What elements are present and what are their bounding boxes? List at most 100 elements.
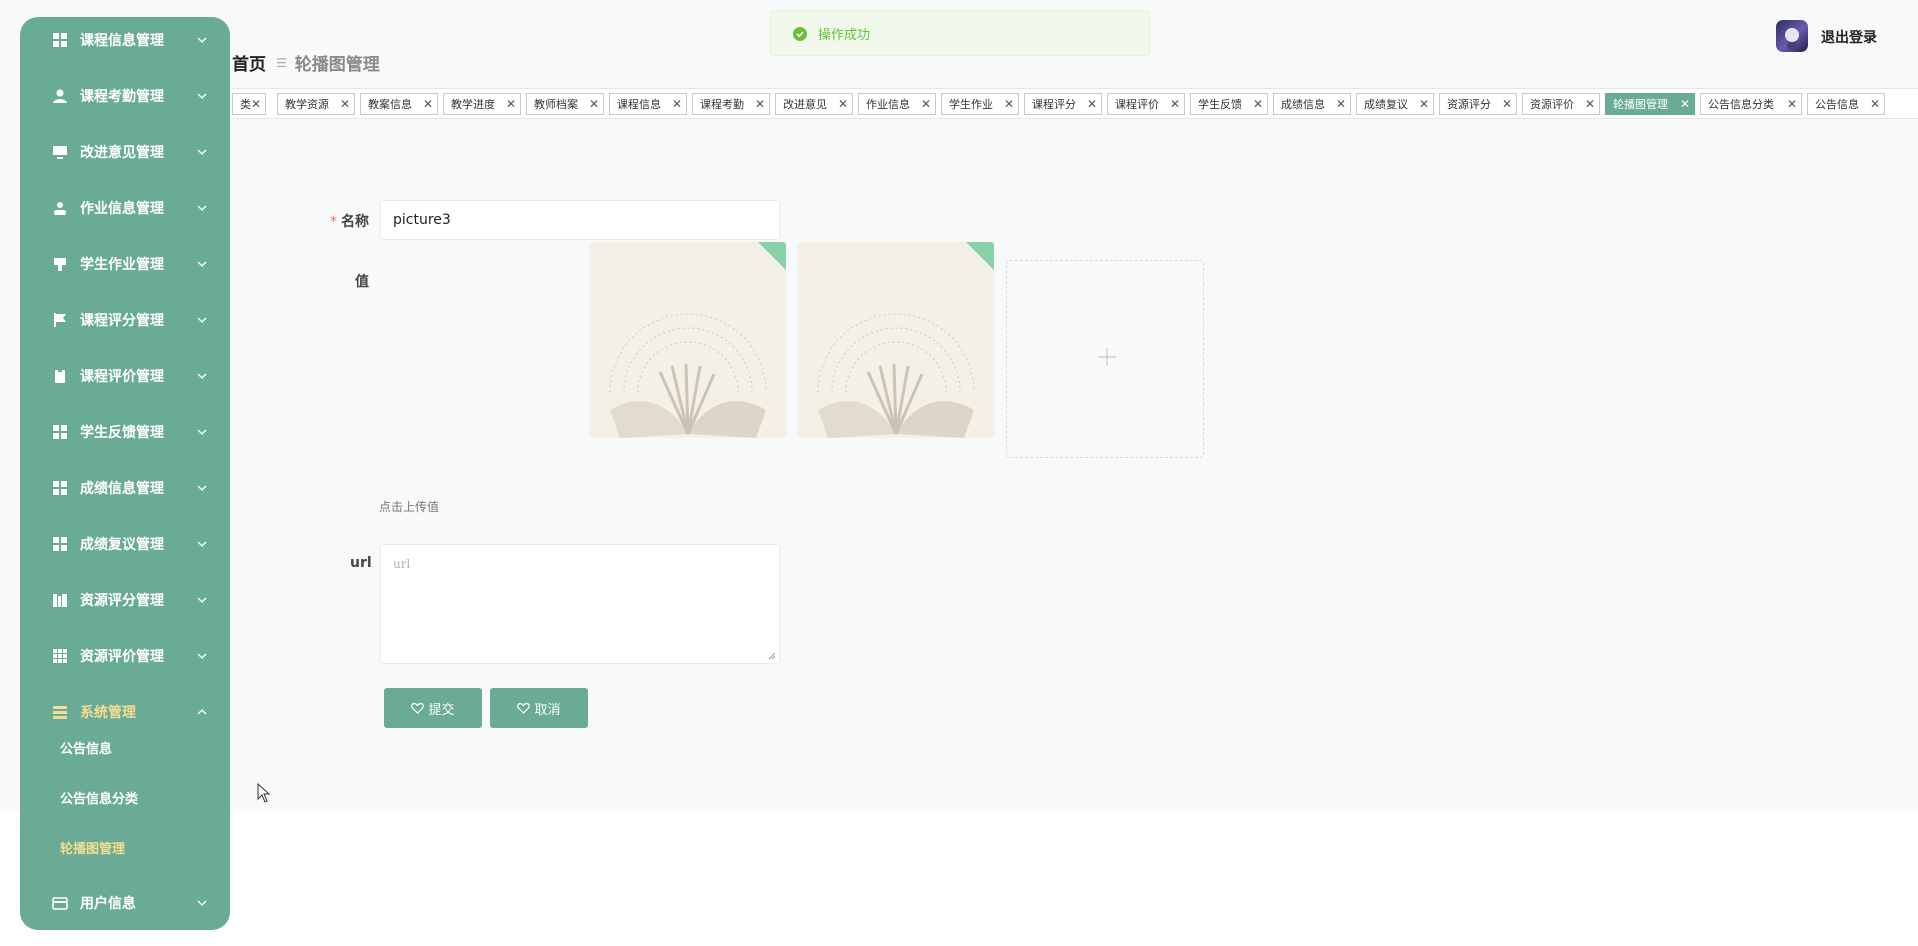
tab-tag[interactable]: 课程评价 ✕ <box>1107 93 1185 115</box>
tab-tag[interactable]: 学生作业 ✕ <box>941 93 1019 115</box>
tab-tag[interactable]: 改进意见 ✕ <box>775 93 853 115</box>
sidebar-item-label: 成绩复议管理 <box>80 537 164 553</box>
sidebar-item-label: 课程评价管理 <box>80 369 164 385</box>
sidebar-item-course-evaluation[interactable]: 课程评价管理 <box>20 356 230 396</box>
tag-label: 课程评分 <box>1032 98 1076 111</box>
sidebar-item-student-homework[interactable]: 学生作业管理 <box>20 244 230 284</box>
tab-tag-active[interactable]: 轮播图管理 ✕ <box>1605 93 1695 115</box>
upload-tip: 点击上传值 <box>379 500 440 514</box>
sidebar-subitem-carousel[interactable]: 轮播图管理 <box>20 829 230 865</box>
tab-tag[interactable]: 作业信息 ✕ <box>858 93 936 115</box>
card-icon <box>52 897 68 910</box>
close-icon[interactable]: ✕ <box>755 97 765 111</box>
tag-label: 课程信息 <box>617 98 661 111</box>
close-icon[interactable]: ✕ <box>838 97 848 111</box>
sidebar-item-improvement[interactable]: 改进意见管理 <box>20 132 230 172</box>
sidebar-item-course-info[interactable]: 课程信息管理 <box>20 20 230 60</box>
sidebar-item-grade-review[interactable]: 成绩复议管理 <box>20 524 230 564</box>
close-icon[interactable]: ✕ <box>1585 97 1595 111</box>
tab-tag[interactable]: 资源评分 ✕ <box>1439 93 1517 115</box>
tag-label: 学生反馈 <box>1198 98 1242 111</box>
breadcrumb-separator-icon: ☰ <box>276 55 287 70</box>
heart-icon <box>411 702 425 714</box>
tab-tag[interactable]: 学生反馈 ✕ <box>1190 93 1268 115</box>
chevron-down-icon <box>197 149 207 155</box>
close-icon[interactable]: ✕ <box>589 97 599 111</box>
uploaded-image-thumbnail[interactable] <box>798 242 994 438</box>
close-icon[interactable]: ✕ <box>506 97 516 111</box>
sidebar-item-user-info[interactable]: 用户信息 <box>20 883 230 923</box>
person-icon <box>54 202 66 215</box>
grid-icon <box>53 481 67 495</box>
name-input[interactable]: picture3 <box>380 200 780 240</box>
tab-tag[interactable]: 类 ✕ <box>232 93 266 115</box>
success-check-icon <box>793 27 807 41</box>
cancel-button[interactable]: 取消 <box>490 688 588 728</box>
tab-tag[interactable]: 教学进度 ✕ <box>443 93 521 115</box>
sidebar-item-label: 成绩信息管理 <box>80 481 164 497</box>
close-icon[interactable]: ✕ <box>340 97 350 111</box>
chevron-down-icon <box>197 261 207 267</box>
tab-tag[interactable]: 公告信息分类 ✕ <box>1700 93 1802 115</box>
close-icon[interactable]: ✕ <box>1680 97 1690 111</box>
close-icon[interactable]: ✕ <box>1170 97 1180 111</box>
grid-icon <box>53 425 67 439</box>
url-textarea[interactable]: url <box>380 544 780 664</box>
tab-tag[interactable]: 教学资源 ✕ <box>277 93 355 115</box>
close-icon[interactable]: ✕ <box>1419 97 1429 111</box>
uploaded-image-thumbnail[interactable] <box>590 242 786 438</box>
sidebar-item-system[interactable]: 系统管理 <box>20 692 230 732</box>
success-toast: 操作成功 <box>770 10 1150 56</box>
logout-button[interactable]: 退出登录 <box>1821 27 1877 47</box>
tab-tag[interactable]: 成绩信息 ✕ <box>1273 93 1351 115</box>
submit-label: 提交 <box>428 701 455 717</box>
tab-tag[interactable]: 成绩复议 ✕ <box>1356 93 1434 115</box>
close-icon[interactable]: ✕ <box>672 97 682 111</box>
sidebar-item-label: 资源评分管理 <box>80 593 164 609</box>
chevron-down-icon <box>197 653 207 659</box>
tab-tag[interactable]: 课程信息 ✕ <box>609 93 687 115</box>
close-icon[interactable]: ✕ <box>1502 97 1512 111</box>
sidebar-item-label: 学生作业管理 <box>80 257 164 273</box>
sidebar-item-resource-evaluation[interactable]: 资源评价管理 <box>20 636 230 676</box>
tab-tag[interactable]: 课程评分 ✕ <box>1024 93 1102 115</box>
close-icon[interactable]: ✕ <box>1004 97 1014 111</box>
sidebar-subitem-notice-category[interactable]: 公告信息分类 <box>20 779 230 815</box>
tab-tag[interactable]: 教案信息 ✕ <box>360 93 438 115</box>
close-icon[interactable]: ✕ <box>423 97 433 111</box>
tag-label: 公告信息 <box>1815 98 1859 111</box>
tag-label: 学生作业 <box>949 98 993 111</box>
required-mark: * <box>330 214 337 230</box>
chevron-down-icon <box>197 37 207 43</box>
close-icon[interactable]: ✕ <box>1870 97 1880 111</box>
close-icon[interactable]: ✕ <box>1087 97 1097 111</box>
sidebar-item-course-attendance[interactable]: 课程考勤管理 <box>20 76 230 116</box>
sidebar-subitem-label: 公告信息 <box>60 741 113 757</box>
sidebar: 课程信息管理 课程考勤管理 改进意见管理 作业信息管理 学生作业管理 课程评分管… <box>20 17 230 930</box>
sidebar-item-resource-score[interactable]: 资源评分管理 <box>20 580 230 620</box>
sidebar-item-grade-info[interactable]: 成绩信息管理 <box>20 468 230 508</box>
tab-tag[interactable]: 公告信息 ✕ <box>1807 93 1885 115</box>
close-icon[interactable]: ✕ <box>251 97 261 111</box>
upload-button[interactable] <box>1006 260 1204 458</box>
tag-label: 教师档案 <box>534 98 578 111</box>
close-icon[interactable]: ✕ <box>1787 97 1797 111</box>
tag-label: 资源评分 <box>1447 98 1491 111</box>
avatar[interactable] <box>1776 20 1808 52</box>
tab-tag[interactable]: 课程考勤 ✕ <box>692 93 770 115</box>
tab-tag[interactable]: 教师档案 ✕ <box>526 93 604 115</box>
close-icon[interactable]: ✕ <box>1336 97 1346 111</box>
sidebar-item-label: 课程评分管理 <box>80 313 164 329</box>
sidebar-item-student-feedback[interactable]: 学生反馈管理 <box>20 412 230 452</box>
close-icon[interactable]: ✕ <box>1253 97 1263 111</box>
value-label: 值 <box>355 274 369 290</box>
sidebar-subitem-notice[interactable]: 公告信息 <box>20 729 230 765</box>
close-icon[interactable]: ✕ <box>921 97 931 111</box>
sidebar-item-homework-info[interactable]: 作业信息管理 <box>20 188 230 228</box>
submit-button[interactable]: 提交 <box>384 688 482 728</box>
sidebar-item-course-score[interactable]: 课程评分管理 <box>20 300 230 340</box>
breadcrumb-home[interactable]: 首页 <box>232 50 266 75</box>
tab-tag[interactable]: 资源评价 ✕ <box>1522 93 1600 115</box>
resize-handle-icon[interactable] <box>768 652 776 660</box>
sidebar-item-label: 课程考勤管理 <box>80 89 164 105</box>
